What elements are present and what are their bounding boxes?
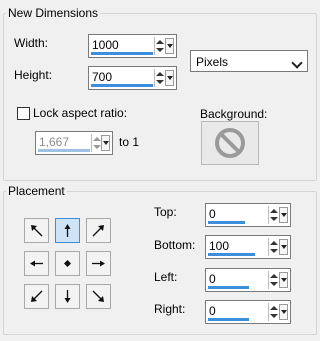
- height-input[interactable]: [92, 70, 152, 84]
- left-input[interactable]: [209, 272, 269, 286]
- spin-down-icon[interactable]: [156, 80, 164, 84]
- right-label: Right:: [154, 302, 186, 316]
- arrow-down-icon: [64, 290, 71, 303]
- spin-up-icon[interactable]: [156, 40, 164, 44]
- width-dropdown-icon[interactable]: [165, 38, 174, 54]
- arrow-up-right-icon: [92, 225, 104, 237]
- right-input[interactable]: [209, 304, 269, 318]
- spin-down-icon[interactable]: [270, 282, 278, 286]
- chevron-down-icon: [291, 57, 303, 69]
- top-label: Top:: [154, 205, 177, 219]
- spin-up-icon: [93, 137, 101, 141]
- height-label: Height:: [14, 68, 53, 82]
- left-field[interactable]: [205, 268, 291, 292]
- aspect-dropdown-icon: [101, 135, 110, 151]
- height-bar: [91, 84, 153, 87]
- bottom-spinner[interactable]: [268, 238, 279, 256]
- units-selected-value: Pixels: [196, 55, 229, 69]
- anchor-top-left[interactable]: [24, 218, 49, 243]
- anchor-top[interactable]: [55, 218, 80, 243]
- spin-down-icon[interactable]: [270, 314, 278, 318]
- spin-up-icon[interactable]: [156, 72, 164, 76]
- right-dropdown-icon[interactable]: [279, 304, 288, 320]
- anchor-top-right[interactable]: [86, 218, 111, 243]
- spin-down-icon: [93, 145, 101, 149]
- aspect-bar: [38, 149, 90, 152]
- width-field[interactable]: [88, 34, 177, 58]
- bottom-field[interactable]: [205, 235, 291, 259]
- width-label: Width:: [14, 36, 49, 50]
- spin-down-icon[interactable]: [156, 48, 164, 52]
- right-bar: [208, 318, 249, 321]
- new-dimensions-title: New Dimensions: [6, 6, 101, 20]
- spin-down-icon[interactable]: [270, 217, 278, 221]
- spin-up-icon[interactable]: [270, 209, 278, 213]
- right-spinner[interactable]: [268, 303, 279, 321]
- spin-down-icon[interactable]: [270, 249, 278, 253]
- aspect-suffix-label: to 1: [119, 135, 140, 149]
- top-dropdown-icon[interactable]: [279, 207, 288, 223]
- arrow-right-icon: [92, 260, 105, 267]
- width-bar: [91, 52, 153, 55]
- lock-aspect-checkbox[interactable]: [17, 107, 30, 120]
- anchor-bottom-right[interactable]: [86, 284, 111, 309]
- anchor-grid: [24, 218, 116, 310]
- arrow-left-icon: [30, 260, 43, 267]
- units-select[interactable]: Pixels: [190, 50, 308, 72]
- arrow-down-left-icon: [31, 290, 43, 302]
- aspect-ratio-field: [35, 131, 113, 155]
- background-swatch[interactable]: [201, 121, 259, 165]
- height-field[interactable]: [88, 66, 177, 90]
- width-spinner[interactable]: [154, 37, 165, 55]
- spin-up-icon[interactable]: [270, 306, 278, 310]
- left-bar: [208, 286, 249, 289]
- spin-up-icon[interactable]: [270, 241, 278, 245]
- anchor-left[interactable]: [24, 251, 49, 276]
- center-dot-icon: [64, 260, 71, 267]
- left-label: Left:: [154, 270, 178, 284]
- anchor-center[interactable]: [55, 251, 80, 276]
- bottom-dropdown-icon[interactable]: [279, 239, 288, 255]
- background-label: Background:: [200, 107, 268, 121]
- left-spinner[interactable]: [268, 271, 279, 289]
- placement-title: Placement: [6, 184, 67, 198]
- top-field[interactable]: [205, 203, 291, 227]
- left-dropdown-icon[interactable]: [279, 272, 288, 288]
- bottom-bar: [208, 253, 255, 256]
- height-dropdown-icon[interactable]: [165, 70, 174, 86]
- arrow-up-left-icon: [31, 225, 43, 237]
- arrow-down-right-icon: [92, 290, 104, 302]
- height-spinner[interactable]: [154, 69, 165, 87]
- arrow-up-icon: [64, 224, 71, 237]
- anchor-right[interactable]: [86, 251, 111, 276]
- lock-aspect-label[interactable]: Lock aspect ratio:: [33, 105, 127, 121]
- anchor-bottom[interactable]: [55, 284, 80, 309]
- right-field[interactable]: [205, 300, 291, 324]
- bottom-label: Bottom:: [154, 238, 196, 252]
- top-input[interactable]: [209, 207, 269, 221]
- anchor-bottom-left[interactable]: [24, 284, 49, 309]
- bottom-input[interactable]: [209, 239, 269, 253]
- width-input[interactable]: [92, 38, 152, 52]
- top-spinner[interactable]: [268, 206, 279, 224]
- top-bar: [208, 221, 245, 224]
- spin-up-icon[interactable]: [270, 274, 278, 278]
- no-symbol-icon: [215, 128, 245, 158]
- aspect-ratio-input: [39, 135, 99, 149]
